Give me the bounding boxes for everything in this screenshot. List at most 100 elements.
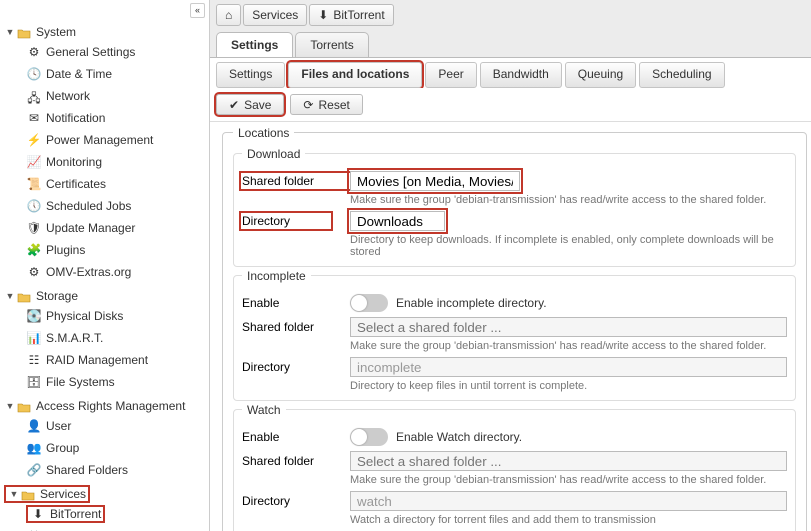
input-watch-dir[interactable] bbox=[350, 491, 787, 511]
help-incomplete-shared: Make sure the group 'debian-transmission… bbox=[350, 340, 787, 352]
tree-certs[interactable]: 📜 Certificates bbox=[26, 175, 106, 193]
cert-icon: 📜 bbox=[26, 177, 42, 191]
plugin-icon: 🧩 bbox=[26, 243, 42, 257]
input-incomplete-shared[interactable] bbox=[350, 317, 787, 337]
folder-icon bbox=[20, 487, 36, 501]
nav-tree: ▼ System ⚙General Settings 🕓Date & Time … bbox=[0, 21, 209, 531]
breadcrumb: ⌂ Services ⬇BitTorrent bbox=[210, 0, 811, 30]
tree-label: BitTorrent bbox=[50, 507, 101, 521]
tree-label: System bbox=[36, 25, 76, 39]
toggle-watch[interactable] bbox=[350, 428, 388, 446]
button-label: Save bbox=[244, 98, 271, 112]
legend-locations: Locations bbox=[233, 126, 294, 140]
form-area: Locations Download Shared folder Make su… bbox=[210, 122, 811, 531]
tree-label: General Settings bbox=[46, 45, 135, 59]
tree-arm[interactable]: ▼ Access Rights Management bbox=[4, 397, 185, 415]
tree-label: Date & Time bbox=[46, 67, 112, 81]
fs-icon: 🗄 bbox=[26, 375, 42, 389]
tree-network[interactable]: 🖧 Network bbox=[26, 87, 90, 105]
fieldset-incomplete: Incomplete Enable Enable incomplete dire… bbox=[233, 275, 796, 401]
raid-icon: ☷ bbox=[26, 353, 42, 367]
input-shared-folder[interactable] bbox=[350, 171, 520, 191]
tabbar-sub: Settings Files and locations Peer Bandwi… bbox=[210, 58, 811, 88]
subtab-bandwidth[interactable]: Bandwidth bbox=[480, 62, 562, 88]
gear-icon: ⚙ bbox=[26, 45, 42, 59]
breadcrumb-home[interactable]: ⌂ bbox=[216, 4, 241, 26]
tree-label: S.M.A.R.T. bbox=[46, 331, 103, 345]
help-shared: Make sure the group 'debian-transmission… bbox=[350, 194, 787, 206]
tree-label: Network bbox=[46, 89, 90, 103]
tab-label: Settings bbox=[231, 38, 278, 52]
tree-user[interactable]: 👤User bbox=[26, 417, 71, 435]
tab-settings[interactable]: Settings bbox=[216, 32, 293, 57]
subtab-scheduling[interactable]: Scheduling bbox=[639, 62, 724, 88]
legend-download: Download bbox=[242, 147, 305, 161]
home-icon: ⌂ bbox=[225, 8, 232, 22]
tree-label: Scheduled Jobs bbox=[46, 199, 131, 213]
tree-plugins[interactable]: 🧩Plugins bbox=[26, 241, 85, 259]
tree-raid[interactable]: ☷ RAID Management bbox=[26, 351, 148, 369]
tree-general-settings[interactable]: ⚙ General Settings bbox=[26, 43, 135, 61]
tree-date-time[interactable]: 🕓 Date & Time bbox=[26, 65, 112, 83]
tree-label: Certificates bbox=[46, 177, 106, 191]
tree-group[interactable]: 👥Group bbox=[26, 439, 79, 457]
tree-shared[interactable]: 🔗Shared Folders bbox=[26, 461, 128, 479]
legend-incomplete: Incomplete bbox=[242, 269, 311, 283]
tree-disks[interactable]: 💽 Physical Disks bbox=[26, 307, 123, 325]
subtab-queuing[interactable]: Queuing bbox=[565, 62, 636, 88]
label-enable-watch: Enable bbox=[242, 430, 350, 444]
disk-icon: 💽 bbox=[26, 309, 42, 323]
main-panel: ⌂ Services ⬇BitTorrent Settings Torrents… bbox=[210, 0, 811, 531]
reset-button[interactable]: ⟳Reset bbox=[290, 94, 362, 115]
tree-smart[interactable]: 📊S.M.A.R.T. bbox=[26, 329, 103, 347]
power-icon: ⚡ bbox=[26, 133, 42, 147]
tree-label: Update Manager bbox=[46, 221, 135, 235]
collapse-sidebar-button[interactable]: « bbox=[190, 3, 205, 18]
tree-monitoring[interactable]: 📈Monitoring bbox=[26, 153, 102, 171]
label-shared-folder: Shared folder bbox=[242, 174, 350, 188]
clock-icon: 🕓 bbox=[26, 67, 42, 81]
tree-label: Power Management bbox=[46, 133, 153, 147]
tab-torrents[interactable]: Torrents bbox=[295, 32, 368, 57]
tree-label: Access Rights Management bbox=[36, 399, 185, 413]
input-incomplete-dir[interactable] bbox=[350, 357, 787, 377]
tree-notification[interactable]: ✉Notification bbox=[26, 109, 105, 127]
save-button[interactable]: ✔ Save bbox=[216, 94, 284, 115]
subtab-peer[interactable]: Peer bbox=[425, 62, 476, 88]
tree-storage[interactable]: ▼ Storage bbox=[4, 287, 78, 305]
network-icon: 🖧 bbox=[26, 89, 42, 103]
tree-fs[interactable]: 🗄File Systems bbox=[26, 373, 115, 391]
breadcrumb-label: Services bbox=[252, 8, 298, 22]
tree-update[interactable]: 🛡 Update Manager bbox=[26, 219, 135, 237]
help-incomplete-dir: Directory to keep files in until torrent… bbox=[350, 380, 787, 392]
subtab-files[interactable]: Files and locations bbox=[288, 62, 422, 88]
toggle-incomplete[interactable] bbox=[350, 294, 388, 312]
input-watch-shared[interactable] bbox=[350, 451, 787, 471]
tab-label: Torrents bbox=[310, 38, 353, 52]
tree-label: User bbox=[46, 419, 71, 433]
tree-dlna[interactable]: 📺DLNA bbox=[26, 527, 78, 531]
chart-icon: 📈 bbox=[26, 155, 42, 169]
breadcrumb-bittorrent[interactable]: ⬇BitTorrent bbox=[309, 4, 393, 26]
sidebar: « ▼ System ⚙ General Settings 🕓 Date & Tim… bbox=[0, 0, 210, 531]
subtab-settings[interactable]: Settings bbox=[216, 62, 285, 88]
tree-label: RAID Management bbox=[46, 353, 148, 367]
check-icon: ✔ bbox=[229, 98, 239, 112]
tree-power[interactable]: ⚡ Power Management bbox=[26, 131, 153, 149]
tree-services[interactable]: ▼ Services bbox=[4, 485, 90, 503]
update-icon: 🛡 bbox=[26, 221, 42, 235]
group-icon: 👥 bbox=[26, 441, 42, 455]
tree-sched[interactable]: 🕔Scheduled Jobs bbox=[26, 197, 131, 215]
tree-label: Physical Disks bbox=[46, 309, 123, 323]
folder-icon bbox=[16, 289, 32, 303]
breadcrumb-services[interactable]: Services bbox=[243, 4, 307, 26]
tree-omv[interactable]: ⚙OMV-Extras.org bbox=[26, 263, 131, 281]
fieldset-watch: Watch Enable Enable Watch directory. Sha… bbox=[233, 409, 796, 531]
input-directory[interactable] bbox=[350, 211, 445, 231]
tree-bittorrent[interactable]: ⬇BitTorrent bbox=[26, 505, 105, 523]
help-watch-dir: Watch a directory for torrent files and … bbox=[350, 514, 787, 526]
toolbar: ✔ Save ⟳Reset bbox=[210, 88, 811, 122]
tree-system[interactable]: ▼ System bbox=[4, 23, 76, 41]
fieldset-download: Download Shared folder Make sure the gro… bbox=[233, 153, 796, 267]
tree-label: Services bbox=[40, 487, 86, 501]
